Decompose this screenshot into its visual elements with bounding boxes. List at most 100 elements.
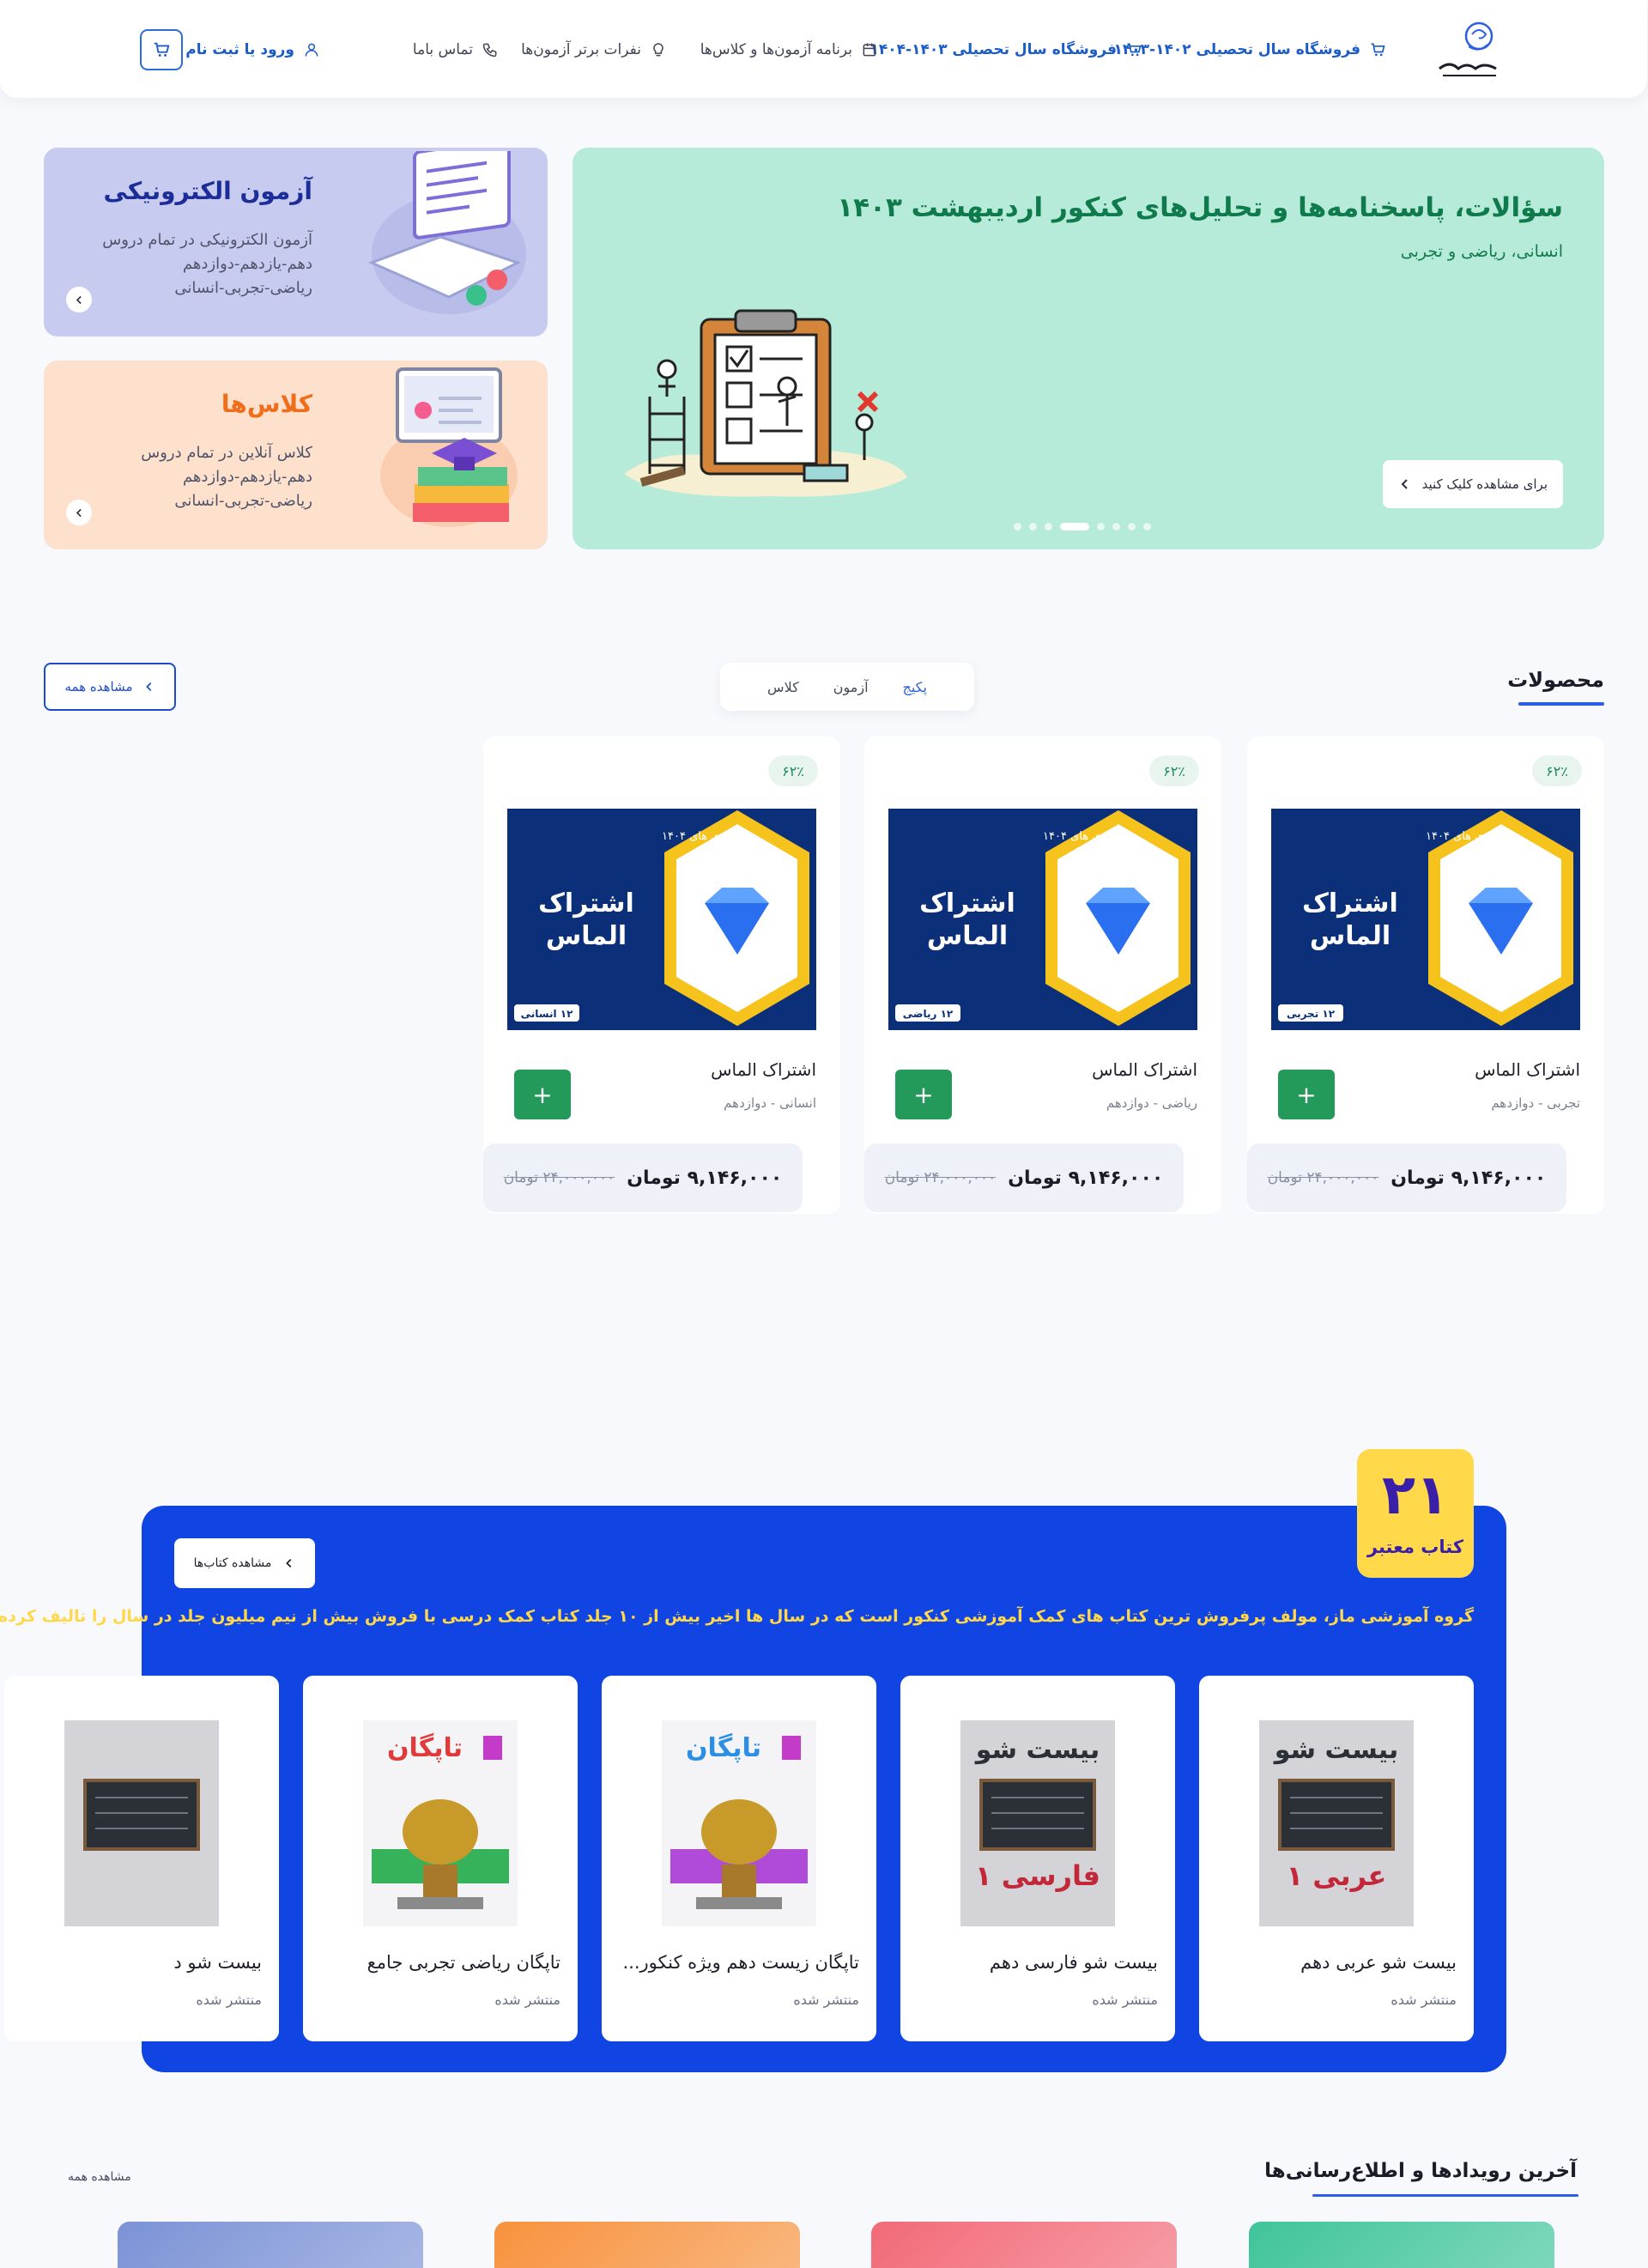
- product-card[interactable]: ۶۲٪ کنکوری های ۱۴۰۴ اشتراک الماس ۱۲ ریاض…: [865, 737, 1222, 1214]
- chevron-left-icon: [76, 295, 82, 304]
- cart-icon: [1372, 43, 1386, 57]
- tab-item[interactable]: آزمون: [834, 679, 869, 695]
- add-to-cart-button[interactable]: +: [515, 1070, 572, 1119]
- classes-card-arrow[interactable]: [67, 500, 93, 525]
- product-name: اشتراک الماس: [712, 1059, 817, 1080]
- logo[interactable]: [1435, 17, 1506, 82]
- banner-title-line: الماس: [1311, 921, 1391, 951]
- book-name: تاپگان ریاضی تجربی جامع: [367, 1952, 561, 1973]
- slider-dot[interactable]: [1113, 523, 1121, 531]
- events-view-all-link[interactable]: مشاهده همه: [69, 2170, 132, 2184]
- book-name: بیست شو د: [174, 1952, 263, 1973]
- product-price: ۹,۱۴۶,۰۰۰ تومان: [1391, 1167, 1548, 1189]
- product-card[interactable]: ۶۲٪ کنکوری های ۱۴۰۴ اشتراک الماس ۱۲ انسا…: [484, 737, 841, 1214]
- slider-dot[interactable]: [1045, 523, 1053, 531]
- nav-schedule-label: برنامه آزمون‌ها و کلاس‌ها: [700, 41, 853, 58]
- products-view-all-button[interactable]: مشاهده همه: [45, 663, 177, 711]
- product-name: اشتراک الماس: [1093, 1059, 1198, 1080]
- book-card[interactable]: بیست شو فارسی ۱ بیست شو فارسی دهم منتشر …: [901, 1676, 1176, 2041]
- chevron-left-icon: [287, 1559, 293, 1568]
- banner-top-text: کنکوری های ۱۴۰۴: [1044, 830, 1128, 843]
- event-card[interactable]: [495, 2222, 801, 2268]
- book-cover: تاپگان: [663, 1720, 817, 1926]
- discount-badge: ۶۲٪: [1150, 755, 1200, 786]
- chevron-left-icon: [76, 508, 82, 517]
- nav-store-1403[interactable]: فروشگاه سال تحصیلی ۱۴۰۳-۱۴۰۴: [871, 38, 1143, 62]
- slider-dots: [1015, 523, 1152, 531]
- price-box: ۹,۱۴۶,۰۰۰ تومان ۲۴,۰۰۰,۰۰۰ تومان: [865, 1143, 1184, 1212]
- books-count-badge: ۲۱ کتاب معتبر: [1358, 1449, 1475, 1578]
- lightbulb-icon: [654, 43, 664, 57]
- slider-dot[interactable]: [1098, 523, 1106, 531]
- discount-badge: ۶۲٪: [769, 755, 819, 786]
- tab-item[interactable]: کلاس: [768, 679, 800, 695]
- nav-schedule[interactable]: برنامه آزمون‌ها و کلاس‌ها: [701, 38, 879, 62]
- product-price: ۹,۱۴۶,۰۰۰ تومان: [627, 1167, 784, 1189]
- classes-card-line: کلاس آنلاین در تمام دروس: [142, 444, 313, 462]
- banner-title-line: اشتراک: [1303, 888, 1399, 919]
- nav-contact[interactable]: تماس باما: [414, 38, 500, 62]
- cover-title: تاپگان: [687, 1732, 762, 1763]
- cart-icon: [154, 42, 171, 57]
- product-banner: کنکوری های ۱۴۰۴ اشتراک الماس ۱۲ ریاضی: [889, 809, 1198, 1030]
- product-old-price: ۲۴,۰۰۰,۰۰۰ تومان: [504, 1169, 616, 1186]
- products-title: محصولات: [1508, 668, 1605, 692]
- book-name: بیست شو عربی دهم: [1301, 1952, 1457, 1973]
- book-card[interactable]: تاپگان تاپگان زیست دهم ویژه کنکور... منت…: [603, 1676, 877, 2041]
- book-name: تاپگان زیست دهم ویژه کنکور...: [623, 1952, 860, 1973]
- nav-store-1402[interactable]: فروشگاه سال تحصیلی ۱۴۰۲-۱۴۰۳: [1115, 38, 1387, 62]
- user-icon: [306, 43, 319, 57]
- product-banner: کنکوری های ۱۴۰۴ اشتراک الماس ۱۲ تجربی: [1272, 809, 1581, 1030]
- book-status: منتشر شده: [1093, 1992, 1159, 2008]
- banner-tag: ۱۲ انسانی: [522, 1008, 574, 1020]
- slider-dot[interactable]: [1030, 523, 1038, 531]
- hero-cta-button[interactable]: برای مشاهده کلیک کنید: [1384, 460, 1564, 508]
- slider-dot[interactable]: [1144, 523, 1152, 531]
- slider-dot[interactable]: [1015, 523, 1022, 531]
- slider-dot[interactable]: [1129, 523, 1136, 531]
- book-card[interactable]: تاپگان تاپگان ریاضی تجربی جامع منتشر شده: [304, 1676, 579, 2041]
- tab-item[interactable]: پکیج: [904, 679, 928, 695]
- hero-slider[interactable]: سؤالات، پاسخنامه‌ها و تحلیل‌های کنکور ار…: [573, 148, 1605, 549]
- event-card[interactable]: [118, 2222, 424, 2268]
- login-link[interactable]: ورود یا ثبت نام: [186, 38, 321, 62]
- book-card[interactable]: بیست شو د منتشر شده: [5, 1676, 280, 2041]
- classes-card-line: ریاضی-تجربی-انسانی: [175, 492, 313, 510]
- products-title-underline: [1519, 702, 1605, 706]
- add-to-cart-button[interactable]: +: [1279, 1070, 1336, 1119]
- add-to-cart-button[interactable]: +: [896, 1070, 953, 1119]
- classes-card-title: کلاس‌ها: [221, 390, 313, 418]
- product-price: ۹,۱۴۶,۰۰۰ تومان: [1009, 1167, 1165, 1189]
- chevron-left-icon: [146, 682, 152, 691]
- cart-button[interactable]: [141, 29, 184, 70]
- book-cover: بیست شو فارسی ۱: [961, 1720, 1116, 1926]
- product-card[interactable]: ۶۲٪ کنکوری های ۱۴۰۴ اشتراک الماس ۱۲ تجرب…: [1248, 737, 1605, 1214]
- classes-card[interactable]: کلاس‌ها کلاس آنلاین در تمام دروس دهم-یاز…: [45, 361, 548, 549]
- product-image: کنکوری های ۱۴۰۴ اشتراک الماس ۱۲ ریاضی: [889, 809, 1198, 1030]
- view-books-label: مشاهده کتاب‌ها: [194, 1556, 273, 1570]
- nav-store-1402-label: فروشگاه سال تحصیلی ۱۴۰۲-۱۴۰۳: [1114, 41, 1361, 58]
- login-label: ورود یا ثبت نام: [186, 41, 295, 58]
- slider-dot[interactable]: [1061, 523, 1090, 531]
- exam-card-arrow[interactable]: [67, 287, 93, 312]
- checklist-illustration: [625, 309, 908, 497]
- event-card[interactable]: [1250, 2222, 1555, 2268]
- book-cover: تاپگان: [364, 1720, 518, 1926]
- exam-card[interactable]: آزمون الکترونیکی آزمون الکترونیکی در تما…: [45, 148, 548, 337]
- exam-card-description: آزمون الکترونیکی در تمام دروس دهم-یازدهم…: [103, 228, 313, 300]
- nav-store-1403-label: فروشگاه سال تحصیلی ۱۴۰۳-۱۴۰۴: [870, 41, 1118, 58]
- banner-title-line: اشتراک: [920, 888, 1016, 919]
- product-meta: ریاضی - دوازدهم: [1106, 1095, 1198, 1111]
- laptop-illustration: [369, 151, 527, 314]
- nav-contact-label: تماس باما: [413, 41, 474, 58]
- cover-title: تاپگان: [388, 1732, 464, 1763]
- book-card[interactable]: بیست شو عربی ۱ بیست شو عربی دهم منتشر شد…: [1200, 1676, 1475, 2041]
- event-card[interactable]: [872, 2222, 1178, 2268]
- book-status: منتشر شده: [197, 1992, 263, 2008]
- classes-card-line: دهم-یازدهم-دوازدهم: [183, 468, 313, 486]
- banner-title-line: الماس: [928, 921, 1009, 951]
- banner-top-text: کنکوری های ۱۴۰۴: [663, 830, 747, 843]
- view-books-button[interactable]: مشاهده کتاب‌ها: [175, 1538, 316, 1588]
- books-count: ۲۱: [1382, 1464, 1451, 1527]
- nav-top-ranks[interactable]: نفرات برتر آزمون‌ها: [522, 38, 668, 62]
